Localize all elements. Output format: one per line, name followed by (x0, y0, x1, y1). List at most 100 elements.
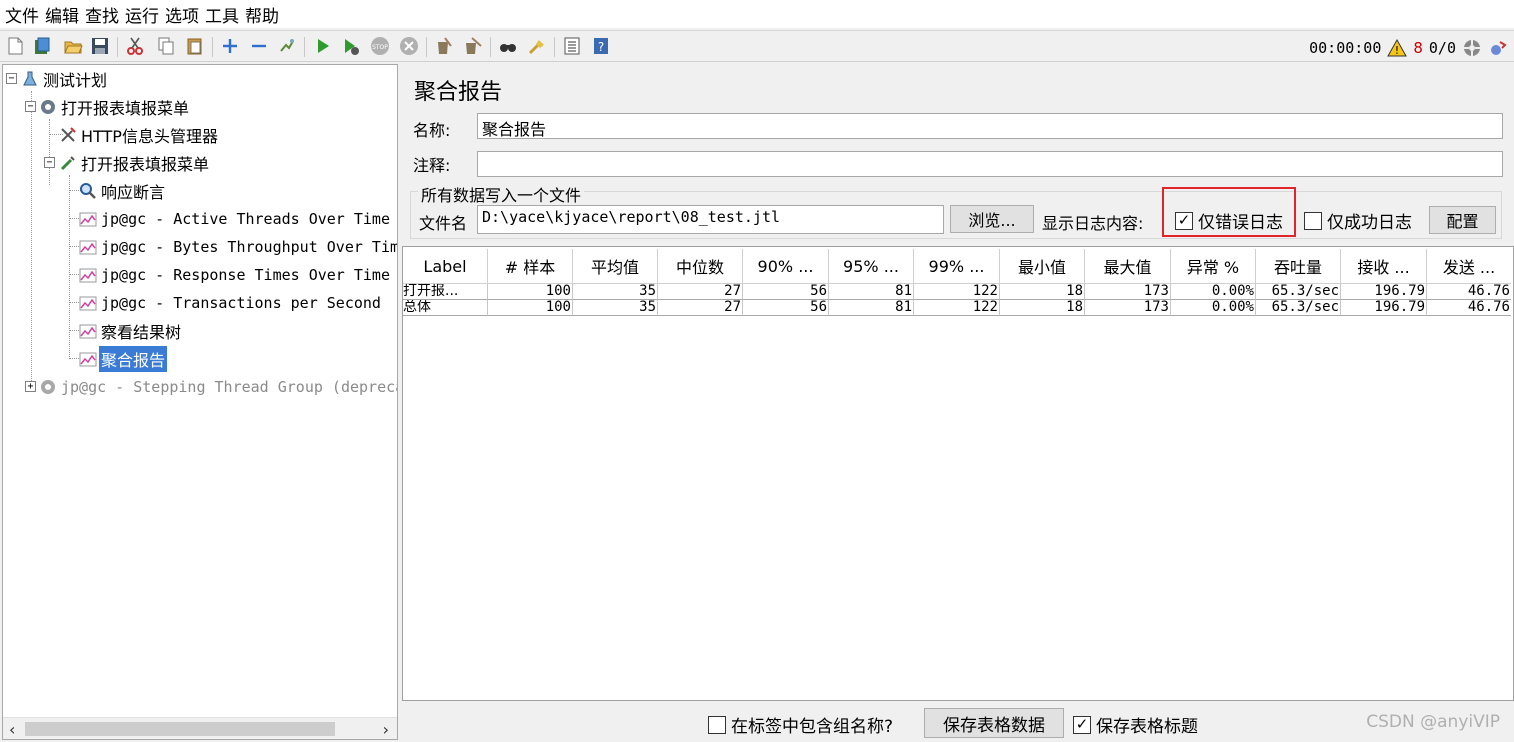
column-header[interactable]: 吞吐量 (1256, 249, 1341, 284)
clear-icon[interactable] (433, 35, 455, 57)
filename-field[interactable]: D:\yace\kjyace\report\08_test.jtl (477, 205, 944, 234)
scrollbar-thumb[interactable] (25, 722, 335, 736)
tree-item-http-header-manager[interactable]: HTTP信息头管理器 (59, 123, 220, 147)
tree-item-bytes-throughput[interactable]: jp@gc - Bytes Throughput Over Time (79, 235, 397, 259)
include-group-name-checkbox[interactable]: 在标签中包含组名称? (708, 712, 893, 737)
table-cell: 18 (1000, 284, 1085, 300)
column-header[interactable]: 接收 ... (1341, 249, 1427, 284)
cut-icon[interactable] (124, 35, 146, 57)
copy-icon[interactable] (155, 35, 177, 57)
search-icon[interactable] (497, 35, 519, 57)
column-header[interactable]: 发送 ... (1427, 249, 1511, 284)
save-icon[interactable] (89, 35, 111, 57)
paste-icon[interactable] (184, 35, 206, 57)
reset-search-icon[interactable] (526, 35, 548, 57)
checkbox-box[interactable] (708, 715, 726, 734)
checkbox-box[interactable]: ✓ (1175, 211, 1193, 230)
tree-expander[interactable]: − (6, 73, 17, 84)
help-icon[interactable]: ? (590, 35, 612, 57)
expand-icon[interactable] (219, 35, 241, 57)
column-header[interactable]: 中位数 (658, 249, 743, 284)
log-viewer-icon[interactable] (1488, 38, 1508, 58)
save-table-header-checkbox[interactable]: ✓ 保存表格标题 (1073, 712, 1198, 737)
success-only-checkbox[interactable]: 仅成功日志 (1304, 208, 1412, 233)
tree-expander[interactable]: − (44, 157, 55, 168)
tree-item-thread-group[interactable]: 打开报表填报菜单 (39, 95, 191, 119)
include-group-name-label: 在标签中包含组名称? (731, 717, 894, 737)
column-header[interactable]: 90% ... (743, 249, 829, 284)
table-cell: 122 (914, 284, 1000, 300)
checkbox-box[interactable] (1304, 211, 1322, 230)
svg-text:!: ! (1395, 44, 1399, 57)
open-icon[interactable] (62, 35, 84, 57)
tree-item-test-plan[interactable]: 测试计划 (21, 67, 109, 91)
gear-icon (39, 378, 57, 396)
errors-only-checkbox[interactable]: ✓ 仅错误日志 (1175, 208, 1283, 233)
column-header[interactable]: 最大值 (1085, 249, 1171, 284)
column-header[interactable]: 异常 % (1171, 249, 1256, 284)
new-icon[interactable] (4, 35, 26, 57)
scroll-right-icon[interactable]: › (383, 720, 389, 739)
column-header[interactable]: 最小值 (1000, 249, 1085, 284)
tree-item-http-sampler[interactable]: 打开报表填报菜单 (59, 151, 211, 175)
start-no-pause-icon[interactable] (340, 35, 362, 57)
checkbox-box[interactable]: ✓ (1073, 715, 1091, 734)
tree-expander[interactable]: + (25, 381, 36, 392)
table-cell: 27 (658, 300, 743, 316)
remote-icon[interactable] (1462, 38, 1482, 58)
scroll-left-icon[interactable]: ‹ (9, 720, 15, 739)
graph-icon (79, 238, 97, 256)
table-cell: 打开报... (403, 284, 488, 300)
stop-icon[interactable]: STOP (369, 35, 391, 57)
comment-field[interactable] (477, 151, 1503, 177)
table-cell: 0.00% (1171, 300, 1256, 316)
clear-all-icon[interactable] (462, 35, 484, 57)
menu-tools[interactable]: 工具 (204, 2, 240, 27)
shutdown-icon[interactable] (398, 35, 420, 57)
function-helper-icon[interactable] (561, 35, 583, 57)
browse-button[interactable]: 浏览... (950, 205, 1034, 233)
menu-options[interactable]: 选项 (164, 2, 200, 27)
table-cell: 18 (1000, 300, 1085, 316)
menu-file[interactable]: 文件 (4, 2, 40, 27)
warning-icon[interactable]: ! (1387, 39, 1408, 57)
table-cell: 100 (488, 300, 573, 316)
menu-search[interactable]: 查找 (84, 2, 120, 27)
tree-item-response-times[interactable]: jp@gc - Response Times Over Time (79, 263, 392, 287)
tree-item-aggregate-report[interactable]: 聚合报告 (79, 346, 168, 372)
column-header[interactable]: # 样本 (488, 249, 573, 284)
save-table-header-label: 保存表格标题 (1096, 717, 1198, 737)
menu-help[interactable]: 帮助 (244, 2, 280, 27)
watermark: CSDN @anyiVIP (1366, 712, 1500, 732)
comment-label: 注释: (413, 156, 451, 175)
configure-button[interactable]: 配置 (1429, 206, 1496, 234)
save-table-data-button[interactable]: 保存表格数据 (924, 708, 1064, 738)
tree-item-stepping-thread-group[interactable]: jp@gc - Stepping Thread Group (deprecate… (39, 375, 397, 399)
magnifier-icon (79, 182, 97, 200)
table-cell: 81 (829, 284, 914, 300)
column-header[interactable]: 99% ... (914, 249, 1000, 284)
column-header[interactable]: 平均值 (573, 249, 658, 284)
templates-icon[interactable] (31, 35, 53, 57)
tree-expander[interactable]: − (25, 101, 36, 112)
test-plan-tree[interactable]: − 测试计划 − 打开报表填报菜单 HTTP信息头管理器 − 打开报表填报菜单 … (2, 64, 398, 740)
collapse-icon[interactable] (248, 35, 270, 57)
table-cell: 100 (488, 284, 573, 300)
menu-edit[interactable]: 编辑 (44, 2, 80, 27)
table-row[interactable]: 总体 100 35 27 56 81 122 18 173 0.00% 65.3… (403, 300, 1511, 316)
table-cell: 总体 (403, 300, 488, 316)
start-icon[interactable] (312, 35, 334, 57)
tree-item-response-assertion[interactable]: 响应断言 (79, 179, 167, 203)
column-header[interactable]: 95% ... (829, 249, 914, 284)
tree-item-active-threads[interactable]: jp@gc - Active Threads Over Time (79, 207, 392, 231)
aggregate-report-panel: 聚合报告 名称: 聚合报告 注释: 所有数据写入一个文件 文件名 D:\yace… (402, 64, 1514, 742)
tree-horizontal-scrollbar[interactable]: ‹ › (3, 717, 397, 739)
aggregate-table[interactable]: Label # 样本 平均值 中位数 90% ... 95% ... 99% .… (402, 246, 1514, 701)
toggle-icon[interactable] (276, 35, 298, 57)
menu-run[interactable]: 运行 (124, 2, 160, 27)
column-header[interactable]: Label (403, 249, 488, 284)
tree-item-view-results-tree[interactable]: 察看结果树 (79, 319, 183, 343)
table-row[interactable]: 打开报... 100 35 27 56 81 122 18 173 0.00% … (403, 284, 1511, 300)
name-field[interactable]: 聚合报告 (477, 113, 1503, 139)
tree-item-transactions-per-second[interactable]: jp@gc - Transactions per Second (79, 291, 383, 315)
